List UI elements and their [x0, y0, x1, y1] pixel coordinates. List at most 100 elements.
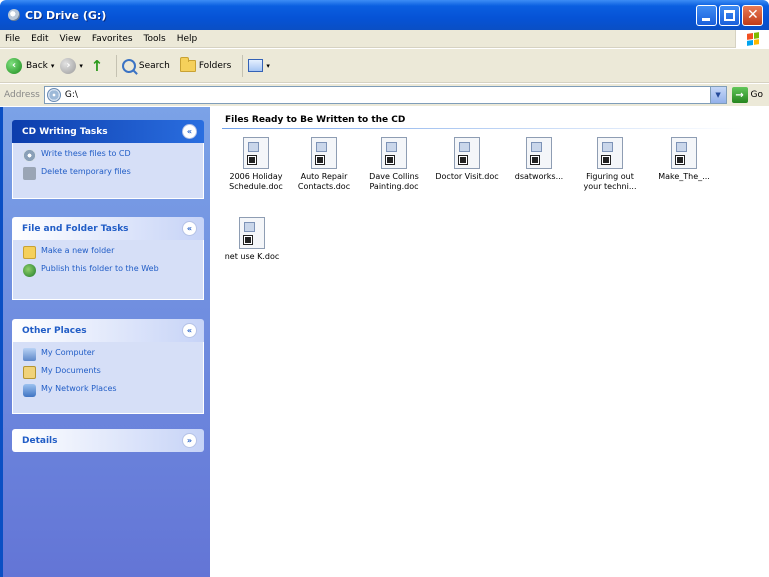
title-bar[interactable]: CD Drive (G:) ✕ — [0, 0, 769, 30]
network-places-icon — [23, 384, 36, 397]
task-pane: CD Writing Tasks « Write these files to … — [0, 107, 210, 577]
go-button[interactable]: → Go — [731, 87, 763, 103]
close-icon: ✕ — [747, 7, 759, 23]
file-folder-tasks-header[interactable]: File and Folder Tasks « — [12, 217, 204, 240]
go-label: Go — [750, 90, 763, 100]
details-header[interactable]: Details » — [12, 429, 204, 452]
task-label: Write these files to CD — [41, 149, 131, 158]
task-label: Delete temporary files — [41, 167, 131, 176]
search-button[interactable]: Search — [121, 58, 170, 73]
other-places-header[interactable]: Other Places « — [12, 319, 204, 342]
file-item[interactable]: Make_The_... — [652, 137, 716, 182]
file-list-pane: Files Ready to Be Written to the CD 2006… — [210, 107, 769, 577]
folders-button[interactable]: Folders — [179, 56, 232, 72]
task-make-new-folder[interactable]: Make a new folder — [23, 246, 193, 259]
views-button[interactable]: ▾ — [248, 59, 270, 72]
file-item[interactable]: Doctor Visit.doc — [435, 137, 499, 182]
menu-tools[interactable]: Tools — [144, 34, 166, 44]
address-field[interactable]: G:\ ▼ — [43, 86, 727, 104]
file-item[interactable]: Figuring out your techni... — [578, 137, 642, 192]
place-my-network-places[interactable]: My Network Places — [23, 384, 193, 397]
details-panel: Details » — [12, 429, 204, 452]
views-icon — [248, 59, 264, 72]
task-delete-temporary-files[interactable]: Delete temporary files — [23, 167, 193, 180]
new-folder-icon — [23, 246, 36, 259]
file-name: Dave Collins Painting.doc — [369, 172, 419, 191]
folders-icon — [179, 56, 196, 72]
other-places-body: My Computer My Documents My Network Plac… — [12, 342, 204, 414]
address-dropdown-icon[interactable]: ▼ — [709, 87, 726, 103]
file-item[interactable]: net use K.doc — [220, 217, 284, 262]
place-my-documents[interactable]: My Documents — [23, 366, 193, 379]
file-item[interactable]: dsatworks... — [507, 137, 571, 182]
cd-drive-icon — [46, 88, 61, 102]
panel-title: Other Places — [22, 325, 87, 336]
windows-flag-icon — [747, 32, 759, 46]
word-document-icon — [454, 137, 480, 169]
minimize-icon — [702, 18, 710, 21]
file-item[interactable]: Dave Collins Painting.doc — [362, 137, 426, 192]
folders-label: Folders — [198, 60, 232, 71]
cd-drive-icon — [8, 9, 20, 21]
task-write-files-to-cd[interactable]: Write these files to CD — [23, 149, 193, 162]
maximize-icon — [724, 10, 735, 21]
toolbar: ‹ Back ▾ › ▾ ↑ Search Folders ▾ — [0, 49, 769, 83]
word-document-icon — [243, 137, 269, 169]
file-name: dsatworks... — [514, 172, 564, 181]
back-label: Back — [26, 60, 48, 71]
back-dropdown-icon[interactable]: ▾ — [51, 62, 55, 70]
toolbar-separator — [115, 54, 117, 77]
search-icon — [121, 58, 136, 73]
panel-title: Details — [22, 435, 58, 446]
write-cd-icon — [23, 149, 36, 162]
address-bar: Address G:\ ▼ → Go — [0, 84, 769, 106]
task-publish-folder[interactable]: Publish this folder to the Web — [23, 264, 193, 277]
collapse-chevron-icon[interactable]: « — [182, 323, 197, 338]
cd-writing-tasks-body: Write these files to CD Delete temporary… — [12, 143, 204, 199]
word-document-icon — [597, 137, 623, 169]
address-label: Address — [4, 90, 40, 100]
file-folder-tasks-body: Make a new folder Publish this folder to… — [12, 240, 204, 300]
up-arrow-icon: ↑ — [90, 56, 104, 75]
menu-file[interactable]: File — [5, 34, 20, 44]
word-document-icon — [239, 217, 265, 249]
menu-help[interactable]: Help — [177, 34, 198, 44]
close-button[interactable]: ✕ — [742, 5, 763, 26]
word-document-icon — [671, 137, 697, 169]
menu-edit[interactable]: Edit — [31, 34, 48, 44]
place-label: My Documents — [41, 366, 101, 375]
address-value[interactable]: G:\ — [65, 90, 78, 100]
file-name: Auto Repair Contacts.doc — [297, 172, 351, 191]
task-label: Make a new folder — [41, 246, 115, 255]
menu-favorites[interactable]: Favorites — [92, 34, 133, 44]
file-item[interactable]: Auto Repair Contacts.doc — [292, 137, 356, 192]
menu-view[interactable]: View — [60, 34, 81, 44]
views-dropdown-icon: ▾ — [266, 61, 270, 70]
maximize-button[interactable] — [719, 5, 740, 26]
group-divider — [222, 128, 742, 129]
expand-chevron-icon[interactable]: » — [182, 433, 197, 448]
collapse-chevron-icon[interactable]: « — [182, 124, 197, 139]
task-label: Publish this folder to the Web — [41, 264, 159, 273]
panel-title: File and Folder Tasks — [22, 223, 129, 234]
file-name: Doctor Visit.doc — [435, 172, 499, 181]
word-document-icon — [526, 137, 552, 169]
forward-button[interactable]: › ▾ — [60, 57, 83, 74]
file-folder-tasks-panel: File and Folder Tasks « Make a new folde… — [12, 217, 204, 300]
word-document-icon — [381, 137, 407, 169]
back-arrow-icon: ‹ — [6, 57, 22, 74]
panel-title: CD Writing Tasks — [22, 126, 108, 137]
place-my-computer[interactable]: My Computer — [23, 348, 193, 361]
forward-dropdown-icon[interactable]: ▾ — [79, 62, 83, 70]
cd-writing-tasks-header[interactable]: CD Writing Tasks « — [12, 120, 204, 143]
file-name: 2006 Holiday Schedule.doc — [229, 172, 283, 191]
up-folder-button[interactable]: ↑ — [89, 56, 105, 75]
file-item[interactable]: 2006 Holiday Schedule.doc — [224, 137, 288, 192]
cd-writing-tasks-panel: CD Writing Tasks « Write these files to … — [12, 120, 204, 199]
minimize-button[interactable] — [696, 5, 717, 26]
my-documents-icon — [23, 366, 36, 379]
other-places-panel: Other Places « My Computer My Documents … — [12, 319, 204, 414]
collapse-chevron-icon[interactable]: « — [182, 221, 197, 236]
file-name: net use K.doc — [224, 252, 280, 261]
back-button[interactable]: ‹ Back ▾ — [6, 57, 55, 74]
